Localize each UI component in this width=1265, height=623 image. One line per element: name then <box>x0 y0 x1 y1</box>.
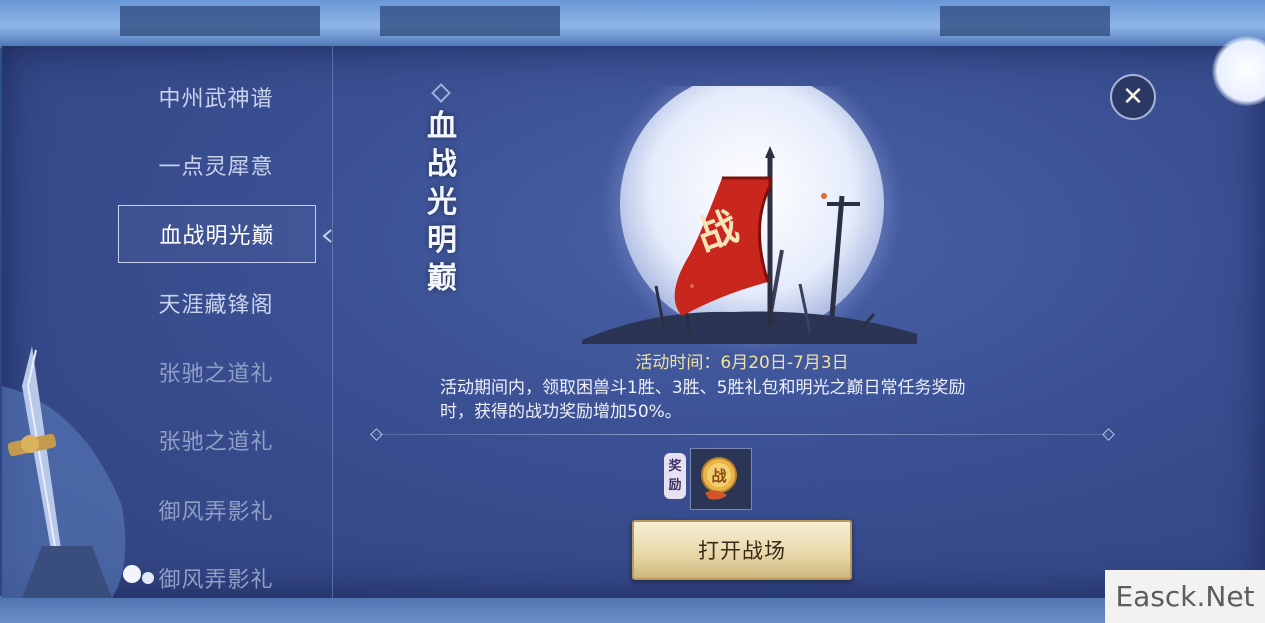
divider-ornament <box>370 428 383 441</box>
event-title: 血 战 光 明 巅 <box>422 108 462 298</box>
sidebar-item-3[interactable]: 天涯藏锋阁 <box>118 275 314 331</box>
open-battlefield-label: 打开战场 <box>698 539 786 563</box>
sidebar-item-1[interactable]: 一点灵犀意 <box>118 137 314 193</box>
event-title-char: 血 <box>427 109 457 144</box>
divider-ornament <box>1102 428 1115 441</box>
event-description-line: 活动期间内，领取困兽斗1胜、3胜、5胜礼包和明光之巅日常任务奖励 <box>440 378 966 398</box>
sword-decoration <box>2 346 154 598</box>
event-description-line: 时，获得的战功奖励增加50%。 <box>440 402 682 422</box>
sidebar-item-label: 血战明光巅 <box>159 224 275 249</box>
event-panel: 中州武神谱 一点灵犀意 血战明光巅 天涯藏锋阁 张驰之道礼 张驰之道礼 御风弄影… <box>2 46 1265 598</box>
event-title-char: 巅 <box>427 261 457 296</box>
event-title-char: 战 <box>427 147 457 182</box>
title-diamond-ornament <box>431 83 451 103</box>
reward-item-slot[interactable]: 战 <box>690 448 752 510</box>
sidebar-item-label: 中州武神谱 <box>158 87 274 112</box>
background-roof <box>940 6 1110 36</box>
event-title-char: 光 <box>427 185 457 220</box>
reward-label-char: 励 <box>668 478 682 493</box>
chevron-left-icon <box>320 228 336 244</box>
reward-label: 奖 励 <box>664 453 686 499</box>
section-divider <box>374 434 1110 435</box>
reward-label-char: 奖 <box>668 459 682 474</box>
open-battlefield-button[interactable]: 打开战场 <box>632 520 852 580</box>
watermark: Easck.Net <box>1105 570 1265 623</box>
close-button[interactable]: ✕ <box>1110 74 1156 120</box>
background-roof <box>120 6 320 36</box>
event-sidebar: 中州武神谱 一点灵犀意 血战明光巅 天涯藏锋阁 张驰之道礼 张驰之道礼 御风弄影… <box>2 46 333 598</box>
sidebar-item-label: 天涯藏锋阁 <box>158 293 274 318</box>
sidebar-item-label: 一点灵犀意 <box>158 155 274 180</box>
reward-item-glyph: 战 <box>711 467 726 485</box>
event-time: 活动时间：6月20日-7月3日 <box>635 353 849 373</box>
event-title-char: 明 <box>427 223 457 258</box>
sidebar-item-active[interactable]: 血战明光巅 <box>118 205 316 263</box>
battle-flag-artwork: 战 <box>582 86 917 354</box>
battle-merit-token-icon: 战 <box>701 457 737 500</box>
event-description: 活动期间内，领取困兽斗1胜、3胜、5胜礼包和明光之巅日常任务奖励 时，获得的战功… <box>440 376 1060 424</box>
watermark-text: Easck.Net <box>1115 580 1255 613</box>
background-roof <box>380 6 560 36</box>
sidebar-item-0[interactable]: 中州武神谱 <box>118 69 314 125</box>
close-icon: ✕ <box>1122 82 1144 112</box>
